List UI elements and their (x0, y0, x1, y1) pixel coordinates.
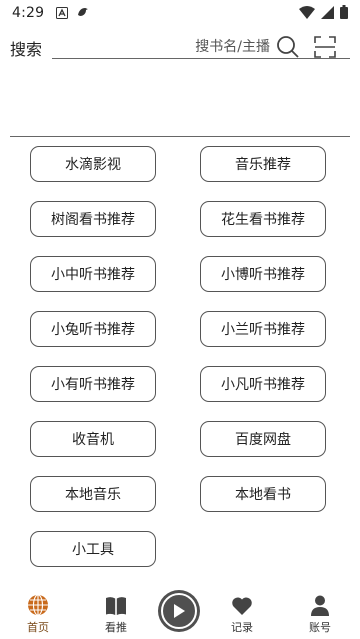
battery-icon (340, 4, 348, 23)
tab-account-label: 账号 (309, 621, 331, 634)
tab-home-label: 首页 (27, 621, 49, 634)
menu-button-xiaofan-audio[interactable]: 小凡听书推荐 (200, 366, 326, 402)
play-button[interactable] (158, 590, 200, 632)
status-system-icons (299, 4, 348, 23)
menu-button-xiaolan-audio[interactable]: 小兰听书推荐 (200, 311, 326, 347)
tab-home[interactable]: 首页 (8, 585, 68, 635)
heart-icon (231, 592, 253, 616)
menu-button-shuidi-video[interactable]: 水滴影视 (30, 146, 156, 182)
tab-records[interactable]: 记录 (212, 585, 272, 635)
menu-button-xiaobo-audio[interactable]: 小博听书推荐 (200, 256, 326, 292)
menu-button-xiaotu-audio[interactable]: 小兔听书推荐 (30, 311, 156, 347)
book-icon (105, 592, 127, 616)
status-time: 4:29 (12, 5, 45, 21)
tab-read-label: 看推 (105, 621, 127, 634)
content-divider (10, 136, 350, 137)
globe-icon (27, 592, 49, 616)
tab-account[interactable]: 账号 (290, 585, 350, 635)
menu-button-local-books[interactable]: 本地看书 (200, 476, 326, 512)
search-label: 搜索 (10, 40, 43, 59)
bird-icon (76, 4, 90, 23)
menu-button-huasheng-books[interactable]: 花生看书推荐 (200, 201, 326, 237)
menu-button-radio[interactable]: 收音机 (30, 421, 156, 457)
menu-button-xiaozhong-audio[interactable]: 小中听书推荐 (30, 256, 156, 292)
tab-records-label: 记录 (231, 621, 253, 634)
search-underline (52, 58, 350, 59)
status-bar: 4:29 (0, 0, 360, 26)
a-badge-icon (56, 4, 69, 23)
menu-button-music-recommend[interactable]: 音乐推荐 (200, 146, 326, 182)
status-notification-icons (56, 4, 90, 23)
menu-button-local-music[interactable]: 本地音乐 (30, 476, 156, 512)
menu-button-shuge-books[interactable]: 树阁看书推荐 (30, 201, 156, 237)
tab-read[interactable]: 看推 (86, 585, 146, 635)
user-icon (311, 592, 329, 616)
menu-button-xiaoyou-audio[interactable]: 小有听书推荐 (30, 366, 156, 402)
bottom-tab-bar: 首页 看推 记录 账号 (0, 585, 360, 639)
search-bar: 搜索 (0, 32, 360, 64)
signal-icon (321, 4, 334, 23)
menu-button-tools[interactable]: 小工具 (30, 531, 156, 567)
play-icon (161, 593, 197, 629)
wifi-icon (299, 4, 315, 23)
menu-button-baidu-netdisk[interactable]: 百度网盘 (200, 421, 326, 457)
search-input[interactable] (60, 36, 270, 58)
